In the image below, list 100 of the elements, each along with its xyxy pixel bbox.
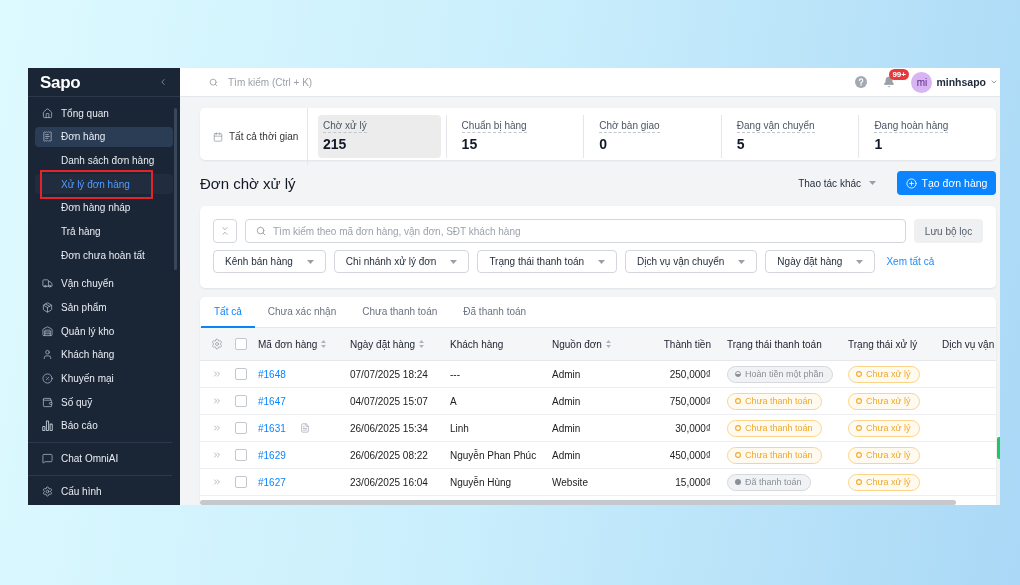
order-total: 250,000₫ [669, 368, 711, 380]
filter-dropdown[interactable]: Ngày đặt hàng [765, 250, 876, 273]
payment-status-text: Hoàn tiền một phần [745, 369, 824, 379]
order-source: Admin [552, 368, 581, 380]
settings-icon[interactable] [211, 338, 223, 350]
caret-icon [306, 259, 314, 264]
order-date: 07/07/2025 18:24 [350, 368, 428, 380]
filter-dropdown[interactable]: Kênh bán hàng [213, 250, 326, 273]
nav-item[interactable]: Báo cáo [35, 415, 173, 436]
ring-icon [856, 452, 862, 458]
search-icon [209, 77, 218, 87]
search-icon [256, 226, 266, 236]
nav-item[interactable]: Đơn hàng [35, 126, 173, 147]
select-all-checkbox[interactable] [235, 338, 247, 350]
nav-item[interactable]: Cấu hình [35, 481, 173, 502]
plus-circle-icon [905, 177, 917, 189]
nav-subitem[interactable]: Đơn chưa hoàn tất [35, 245, 173, 266]
payment-status-text: Đã thanh toán [745, 477, 802, 487]
wallet-icon [42, 396, 53, 408]
expand-icon[interactable] [212, 423, 222, 433]
tab[interactable]: Chưa xác nhận [254, 297, 350, 328]
order-code-link[interactable]: #1648 [258, 368, 286, 380]
nav-item[interactable]: Số quỹ [35, 392, 173, 413]
calendar-icon [213, 131, 223, 142]
column-header: Trạng thái xử lý [848, 338, 918, 350]
status-tab[interactable]: Đang vận chuyển 5 [731, 115, 854, 158]
row-checkbox[interactable] [235, 422, 247, 434]
time-range-button[interactable]: Tất cả thời gian [200, 108, 308, 165]
processing-status-text: Chưa xử lý [866, 450, 911, 460]
expand-icon[interactable] [212, 396, 222, 406]
nav-item[interactable]: Sản phẩm [35, 297, 173, 318]
order-code-link[interactable]: #1647 [258, 395, 286, 407]
expand-icon[interactable] [212, 369, 222, 379]
order-code-link[interactable]: #1627 [258, 476, 286, 488]
order-date: 04/07/2025 15:07 [350, 395, 428, 407]
logo: Sapo [40, 73, 81, 91]
home-icon [42, 107, 53, 119]
column-header: Khách hàng [450, 338, 504, 350]
order-code-link[interactable]: #1631 [258, 422, 286, 434]
create-order-button[interactable]: Tạo đơn hàng [897, 171, 996, 195]
nav-item[interactable]: Vận chuyển [35, 273, 173, 294]
scrollbar-thumb[interactable] [174, 108, 177, 270]
order-total: 30,000₫ [675, 422, 711, 434]
ring-icon [856, 371, 862, 377]
collapse-filter-button[interactable] [213, 219, 237, 243]
sort-icon[interactable] [321, 340, 327, 348]
user-avatar[interactable]: mi [911, 71, 933, 93]
row-checkbox[interactable] [235, 476, 247, 488]
customer-name: Nguyễn Hùng [450, 476, 512, 488]
nav-item[interactable]: Quản lý kho [35, 321, 173, 342]
chevron-left-icon[interactable] [158, 77, 168, 87]
side-tab[interactable] [997, 437, 1000, 459]
row-checkbox[interactable] [235, 395, 247, 407]
nav-item[interactable]: Khuyến mại [35, 368, 173, 389]
nav-item[interactable]: Tổng quan [35, 103, 173, 123]
chevron-down-icon[interactable] [990, 78, 998, 86]
row-checkbox[interactable] [235, 449, 247, 461]
nav-item[interactable]: Khách hàng [35, 344, 173, 365]
user-name[interactable]: minhsapo [936, 76, 986, 88]
nav-subitem[interactable]: Đơn hàng nháp [35, 197, 173, 218]
row-checkbox[interactable] [235, 368, 247, 380]
bar-chart-icon [42, 420, 53, 432]
nav-subitem[interactable]: Danh sách đơn hàng [35, 150, 173, 171]
tab[interactable]: Đã thanh toán [450, 297, 540, 328]
status-tab[interactable]: Chờ xử lý 215 [318, 115, 441, 158]
scrollbar-thumb[interactable] [200, 500, 956, 505]
tab[interactable]: Chưa thanh toán [349, 297, 451, 328]
order-code-link[interactable]: #1629 [258, 449, 286, 461]
order-date: 26/06/2025 08:22 [350, 449, 428, 461]
sort-icon[interactable] [605, 340, 611, 348]
save-filter-button[interactable]: Lưu bộ lọc [914, 219, 983, 243]
bell-icon[interactable] [883, 76, 896, 88]
settings-icon [42, 486, 53, 498]
more-actions-button[interactable]: Thao tác khác [798, 177, 876, 189]
status-tab[interactable]: Chờ bàn giao 0 [594, 115, 716, 158]
order-source: Admin [552, 449, 581, 461]
column-header: Ngày đặt hàng [350, 338, 416, 350]
filter-dropdown[interactable]: Trạng thái thanh toán [477, 250, 618, 273]
customer-name: --- [450, 368, 460, 380]
search-field[interactable]: Tìm kiếm (Ctrl + K) [228, 73, 488, 91]
ring-icon [856, 479, 862, 485]
percent-icon [42, 373, 53, 385]
status-tab[interactable]: Chuẩn bị hàng 15 [456, 115, 579, 158]
status-tab[interactable]: Đang hoàn hàng 1 [869, 115, 991, 158]
expand-icon[interactable] [212, 450, 222, 460]
column-header: Thành tiền [663, 338, 711, 350]
filter-dropdown[interactable]: Chi nhánh xử lý đơn [333, 250, 470, 273]
filter-dropdown[interactable]: Dịch vụ vận chuyển [625, 250, 758, 273]
column-header: Mã đơn hàng [258, 338, 318, 350]
sort-icon[interactable] [419, 340, 425, 348]
see-all-link[interactable]: Xem tất cả [886, 256, 935, 267]
half-circle-icon [735, 371, 741, 377]
nav-subitem[interactable]: Trả hàng [35, 221, 173, 242]
help-icon[interactable] [855, 76, 868, 88]
expand-icon[interactable] [212, 477, 222, 487]
nav-item[interactable]: Chat OmniAI [35, 448, 173, 469]
chat-bubble-icon [42, 453, 53, 465]
caret-icon [856, 259, 864, 264]
user-icon [42, 349, 53, 361]
order-search-field[interactable]: Tìm kiếm theo mã đơn hàng, vận đơn, SĐT khách hàng [245, 219, 906, 243]
